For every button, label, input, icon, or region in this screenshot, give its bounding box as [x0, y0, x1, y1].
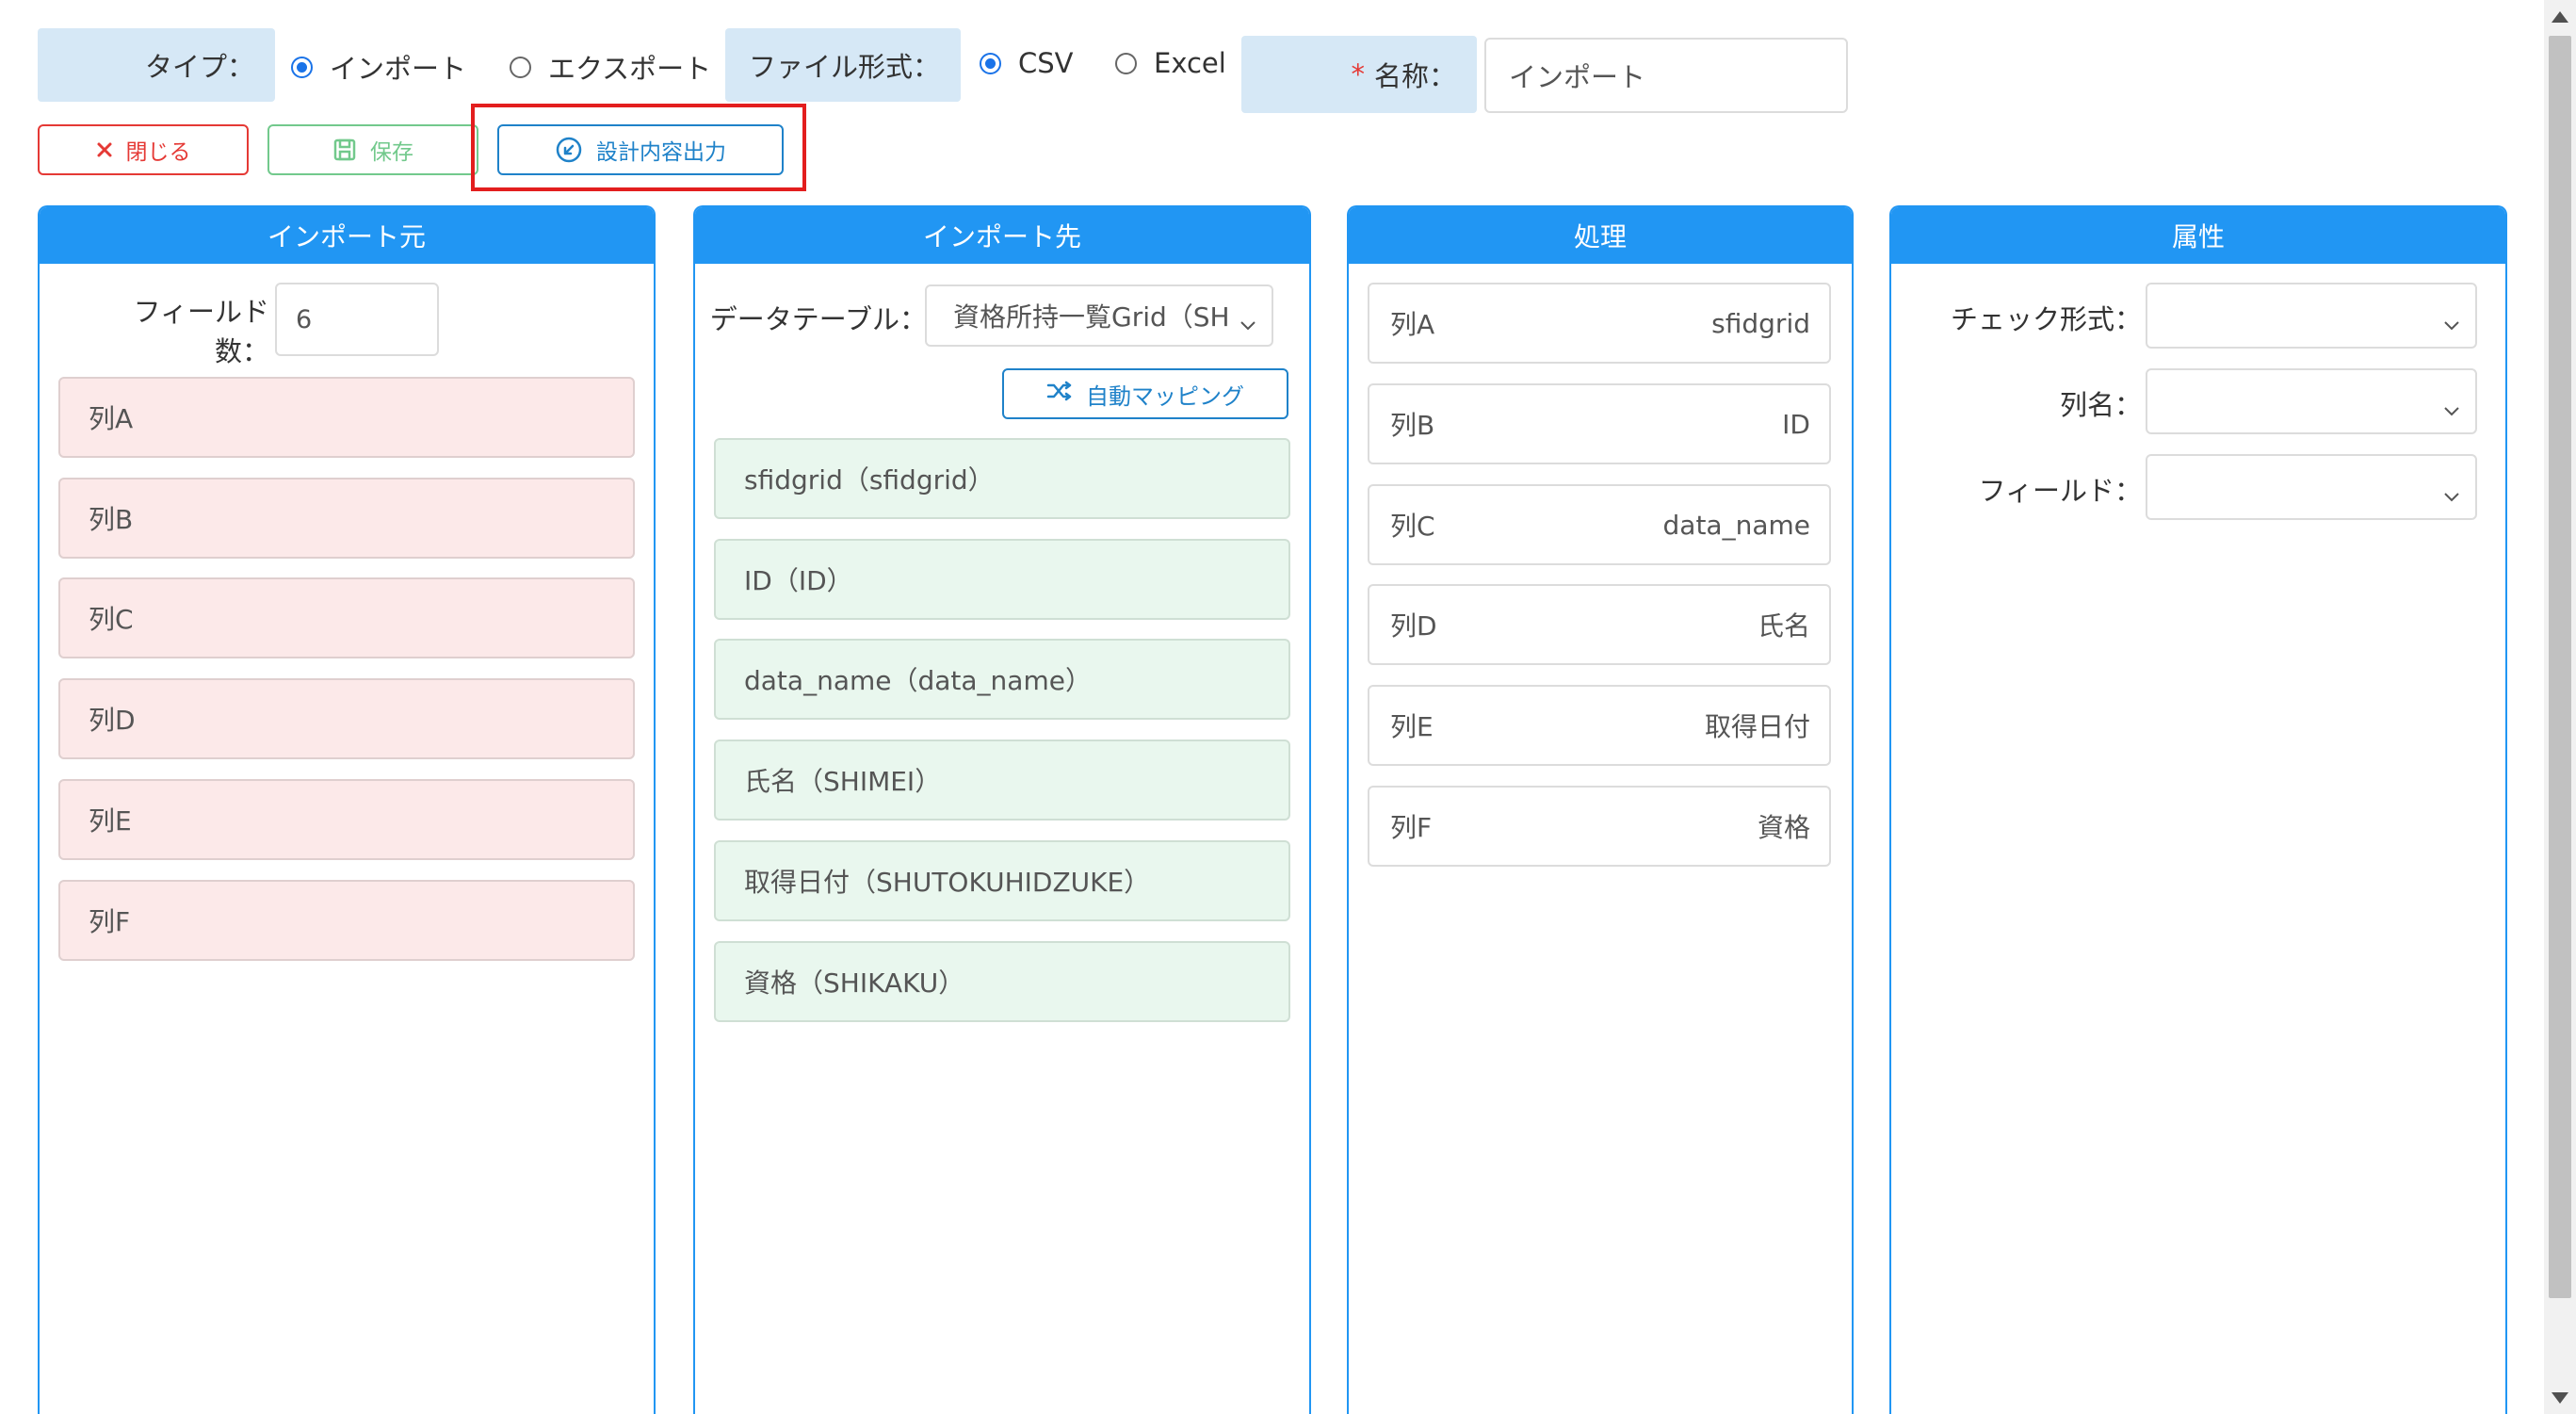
auto-mapping-label: 自動マッピング — [1086, 382, 1244, 410]
check-format-label: チェック形式： — [1950, 303, 2142, 335]
close-button-label: 閉じる — [125, 140, 191, 165]
process-row-col: 列A — [1390, 309, 1435, 340]
process-row[interactable]: 列E 取得日付 — [1368, 685, 1831, 766]
attr-panel-title: 属性 — [1891, 207, 2505, 264]
type-label: タイプ： — [144, 51, 254, 83]
col-name-label: 列名： — [2059, 389, 2142, 421]
required-mark: * — [1351, 58, 1365, 90]
chevron-down-icon — [1239, 308, 1256, 339]
data-table-label: データテーブル： — [709, 303, 927, 335]
process-row[interactable]: 列F 資格 — [1368, 786, 1831, 867]
type-radio-export[interactable]: エクスポート — [510, 47, 711, 87]
process-row-col: 列D — [1390, 610, 1437, 642]
target-panel-title: インポート先 — [695, 207, 1309, 264]
process-row-field: 取得日付 — [1704, 711, 1810, 742]
source-item-c[interactable]: 列C — [58, 577, 635, 658]
process-row[interactable]: 列A sfidgrid — [1368, 283, 1831, 364]
source-item-d[interactable]: 列D — [58, 678, 635, 759]
field-select[interactable] — [2146, 454, 2477, 520]
radio-checked-icon — [980, 52, 1001, 74]
format-radio-excel[interactable]: Excel — [1115, 47, 1226, 79]
process-row[interactable]: 列B ID — [1368, 383, 1831, 464]
type-radio-import[interactable]: インポート — [291, 47, 466, 87]
field-count-value: 6 — [296, 304, 313, 334]
name-input[interactable]: インポート — [1484, 38, 1848, 113]
scrollbar-thumb[interactable] — [2549, 36, 2571, 1298]
scroll-up-arrow-icon[interactable] — [2552, 11, 2568, 23]
process-row-field: 資格 — [1757, 812, 1810, 843]
type-option-import-label: インポート — [330, 53, 467, 85]
type-label-box: タイプ： — [38, 28, 275, 102]
field-count-input[interactable]: 6 — [275, 283, 439, 356]
data-table-select[interactable]: 資格所持一覧Grid（SH — [925, 284, 1273, 347]
name-label: 名称： — [1373, 60, 1456, 92]
type-option-export-label: エクスポート — [548, 53, 712, 85]
format-option-excel-label: Excel — [1154, 47, 1226, 79]
save-button[interactable]: 保存 — [267, 124, 478, 175]
target-item-sfidgrid[interactable]: sfidgrid（sfidgrid） — [714, 438, 1290, 519]
process-row[interactable]: 列C data_name — [1368, 484, 1831, 565]
source-panel-title: インポート元 — [40, 207, 654, 264]
source-item-e[interactable]: 列E — [58, 779, 635, 860]
target-item-shutokuhidzuke[interactable]: 取得日付（SHUTOKUHIDZUKE） — [714, 840, 1290, 921]
process-row-field: sfidgrid — [1711, 307, 1810, 339]
scroll-down-arrow-icon[interactable] — [2552, 1392, 2568, 1404]
auto-mapping-button[interactable]: 自動マッピング — [1002, 368, 1288, 419]
process-row-col: 列B — [1390, 410, 1435, 441]
export-design-button-label: 設計内容出力 — [596, 140, 726, 165]
export-design-button[interactable]: 設計内容出力 — [497, 124, 784, 175]
format-option-csv-label: CSV — [1018, 47, 1074, 79]
chevron-down-icon — [2443, 394, 2460, 425]
process-row-field: 氏名 — [1757, 610, 1810, 642]
data-table-select-value: 資格所持一覧Grid（SH — [953, 301, 1230, 333]
close-button[interactable]: 閉じる — [38, 124, 249, 175]
target-item-data-name[interactable]: data_name（data_name） — [714, 639, 1290, 720]
process-row-col: 列F — [1390, 812, 1433, 843]
format-label: ファイル形式： — [748, 51, 940, 83]
process-row-col: 列E — [1390, 711, 1434, 742]
radio-unchecked-icon — [1115, 52, 1137, 74]
format-radio-csv[interactable]: CSV — [980, 47, 1074, 79]
process-row[interactable]: 列D 氏名 — [1368, 584, 1831, 665]
target-item-shikaku[interactable]: 資格（SHIKAKU） — [714, 941, 1290, 1022]
name-label-box: * 名称： — [1241, 36, 1477, 113]
process-row-col: 列C — [1390, 511, 1435, 542]
source-item-a[interactable]: 列A — [58, 377, 635, 458]
field-count-label: フィールド数： — [133, 296, 269, 367]
format-label-box: ファイル形式： — [725, 28, 961, 102]
source-item-b[interactable]: 列B — [58, 478, 635, 559]
radio-unchecked-icon — [510, 56, 531, 78]
source-item-f[interactable]: 列F — [58, 880, 635, 961]
chevron-down-icon — [2443, 479, 2460, 511]
shuffle-icon — [1046, 380, 1073, 408]
field-label: フィールド： — [1978, 475, 2142, 507]
process-panel-title: 処理 — [1349, 207, 1852, 264]
col-name-select[interactable] — [2146, 368, 2477, 434]
export-circle-arrow-icon — [555, 136, 583, 164]
save-icon — [332, 138, 357, 162]
target-item-id[interactable]: ID（ID） — [714, 539, 1290, 620]
check-format-select[interactable] — [2146, 283, 2477, 349]
name-input-value: インポート — [1509, 61, 1646, 93]
save-button-label: 保存 — [370, 140, 413, 165]
process-row-field: ID — [1782, 408, 1810, 440]
close-icon — [96, 141, 113, 158]
chevron-down-icon — [2443, 308, 2460, 339]
target-item-shimei[interactable]: 氏名（SHIMEI） — [714, 740, 1290, 821]
radio-checked-icon — [291, 56, 313, 78]
process-row-field: data_name — [1662, 509, 1810, 541]
